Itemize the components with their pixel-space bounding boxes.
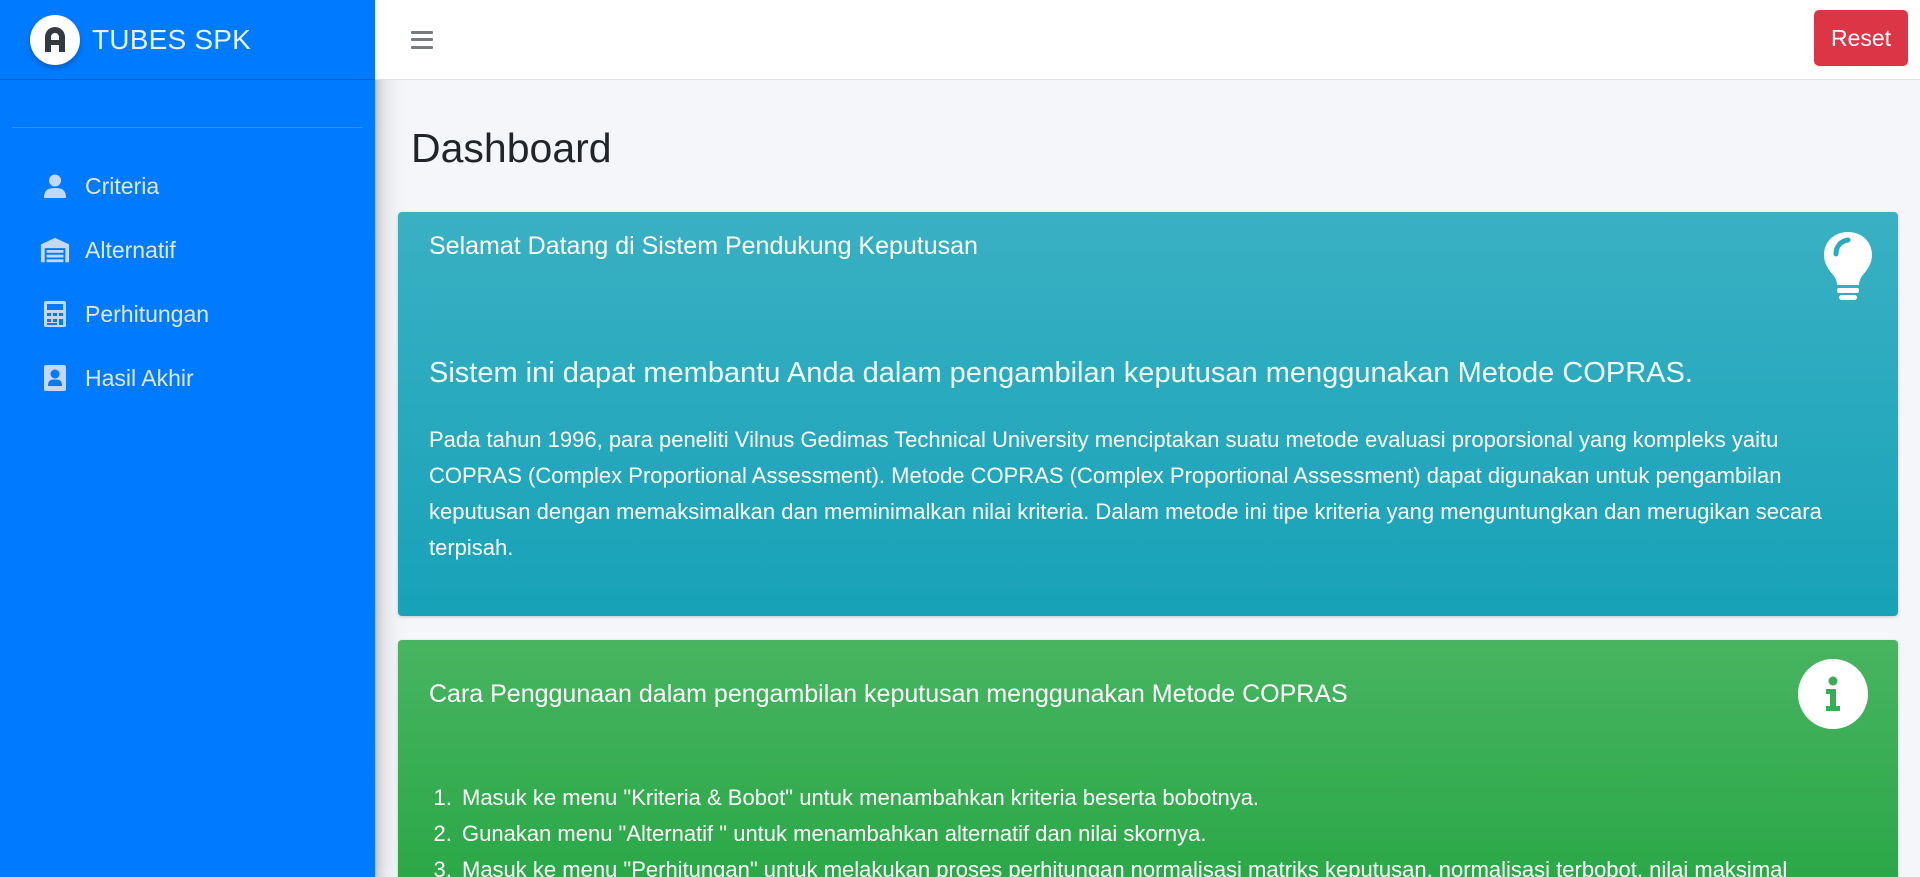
user-badge-icon: [40, 363, 70, 393]
reset-button[interactable]: Reset: [1814, 10, 1908, 66]
sidebar-item-label: Perhitungan: [85, 300, 210, 327]
welcome-card-title: Selamat Datang di Sistem Pendukung Keput…: [429, 232, 978, 260]
welcome-card-lead: Sistem ini dapat membantu Anda dalam pen…: [429, 357, 1693, 389]
brand[interactable]: TUBES SPK: [0, 0, 375, 80]
welcome-card: Selamat Datang di Sistem Pendukung Keput…: [398, 212, 1898, 616]
page-title: Dashboard: [411, 125, 612, 171]
lightbulb-icon: [1822, 230, 1874, 307]
sidebar-item-label: Hasil Akhir: [85, 364, 194, 391]
sidebar-nav: Criteria Alternatif Perhitungan Hasil Ak…: [0, 154, 375, 410]
list-item: Masuk ke menu "Kriteria & Bobot" untuk m…: [458, 780, 1878, 816]
usage-steps-list: Masuk ke menu "Kriteria & Bobot" untuk m…: [458, 780, 1878, 877]
calculator-icon: [40, 299, 70, 329]
topbar: Reset: [375, 0, 1920, 80]
list-item: Gunakan menu "Alternatif " untuk menamba…: [458, 816, 1878, 852]
hamburger-menu-icon[interactable]: [410, 28, 434, 52]
sidebar-item-hasil-akhir[interactable]: Hasil Akhir: [0, 346, 375, 410]
app-root: TUBES SPK Criteria Alternatif Perhitunga…: [0, 0, 1920, 877]
warehouse-icon: [40, 235, 70, 265]
usage-card-title: Cara Penggunaan dalam pengambilan keputu…: [429, 680, 1348, 708]
sidebar-item-alternatif[interactable]: Alternatif: [0, 218, 375, 282]
welcome-card-paragraph: Pada tahun 1996, para peneliti Vilnus Ge…: [429, 427, 1822, 560]
brand-text: TUBES SPK: [92, 23, 251, 55]
info-icon: [1798, 659, 1868, 729]
user-icon: [40, 171, 70, 201]
sidebar-item-perhitungan[interactable]: Perhitungan: [0, 282, 375, 346]
sidebar-item-label: Alternatif: [85, 236, 176, 263]
usage-card: Cara Penggunaan dalam pengambilan keputu…: [398, 640, 1898, 877]
sidebar: TUBES SPK Criteria Alternatif Perhitunga…: [0, 0, 375, 877]
list-item: Masuk ke menu "Perhitungan" untuk melaku…: [458, 852, 1878, 877]
main-content: Dashboard Selamat Datang di Sistem Pendu…: [375, 80, 1920, 877]
sidebar-item-criteria[interactable]: Criteria: [0, 154, 375, 218]
sidebar-item-label: Criteria: [85, 172, 160, 199]
brand-logo-icon: [30, 14, 80, 65]
sidebar-divider: [12, 127, 363, 128]
